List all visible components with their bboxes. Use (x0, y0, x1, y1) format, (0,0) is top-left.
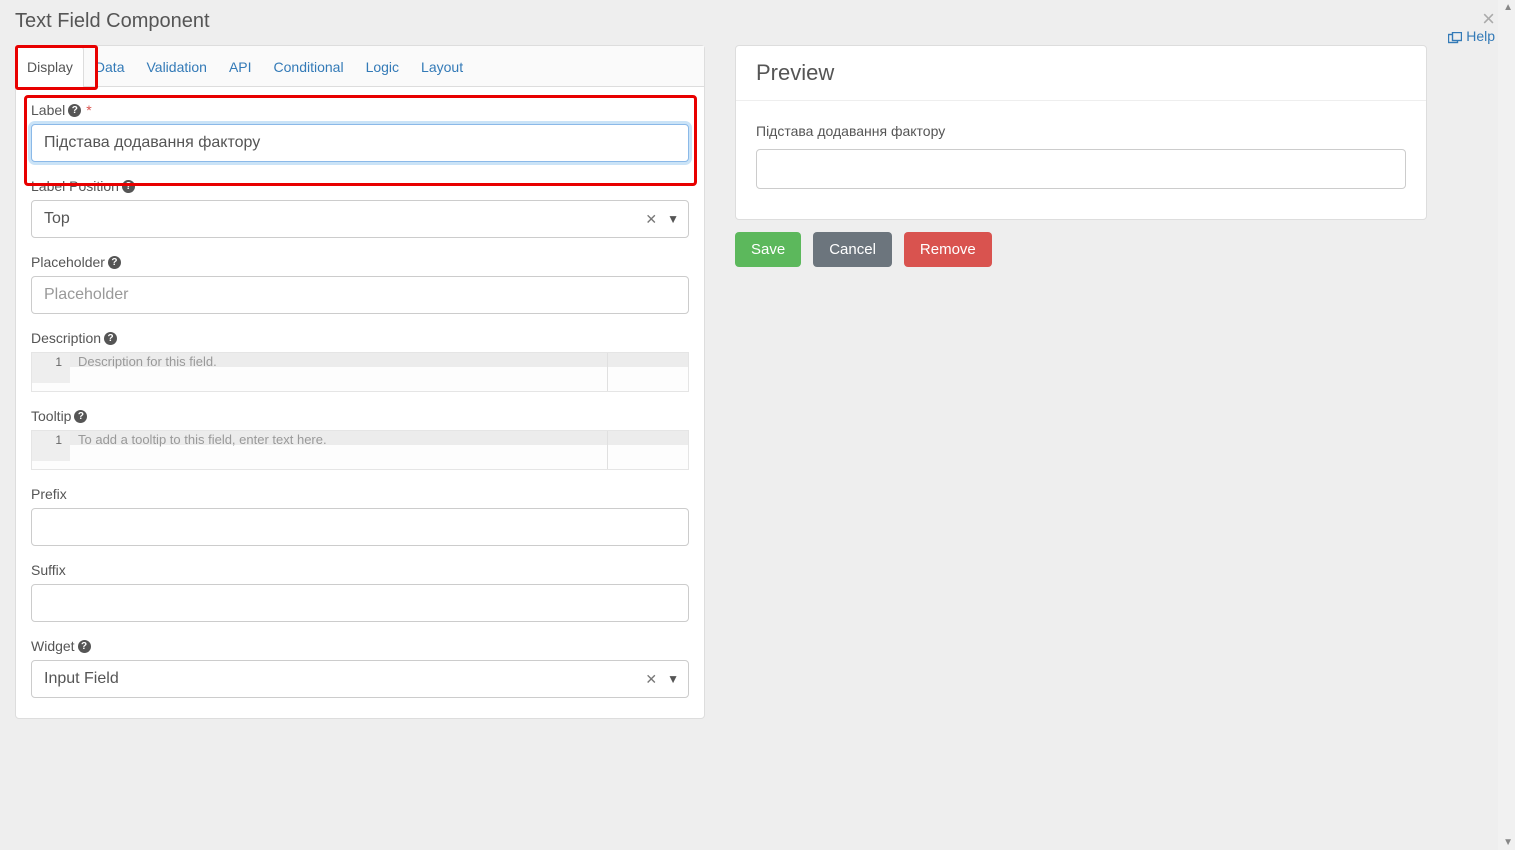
tooltip-editor[interactable]: 1 To add a tooltip to this field, enter … (31, 430, 689, 470)
new-window-icon (1448, 29, 1462, 45)
help-icon[interactable]: ? (104, 332, 117, 345)
placeholder-input[interactable] (31, 276, 689, 314)
chevron-down-icon[interactable]: ▼ (667, 672, 679, 686)
prefix-input[interactable] (31, 508, 689, 546)
label-position-label: Label Position ? (31, 178, 689, 194)
suffix-input[interactable] (31, 584, 689, 622)
help-link[interactable]: Help (1448, 28, 1495, 44)
tab-layout[interactable]: Layout (410, 46, 474, 87)
scrollbar[interactable]: ▲ ▼ (1498, 0, 1515, 850)
tab-api[interactable]: API (218, 46, 263, 87)
help-icon[interactable]: ? (78, 640, 91, 653)
cancel-button[interactable]: Cancel (813, 232, 892, 267)
code-placeholder: To add a tooltip to this field, enter te… (70, 431, 688, 445)
description-label: Description ? (31, 330, 689, 346)
modal-title: Text Field Component (15, 10, 1500, 33)
help-label: Help (1466, 28, 1495, 44)
preview-title: Preview (756, 60, 1406, 86)
placeholder-label: Placeholder ? (31, 254, 689, 270)
description-editor[interactable]: 1 Description for this field. (31, 352, 689, 392)
tab-conditional[interactable]: Conditional (263, 46, 355, 87)
remove-button[interactable]: Remove (904, 232, 992, 267)
tabs: Display Data Validation API Conditional … (16, 46, 704, 87)
tooltip-label: Tooltip ? (31, 408, 689, 424)
margin-line (607, 431, 608, 469)
widget-select[interactable]: Input Field ✕ ▼ (31, 660, 689, 698)
save-button[interactable]: Save (735, 232, 801, 267)
tab-data[interactable]: Data (84, 46, 136, 87)
label-input[interactable] (31, 124, 689, 162)
required-asterisk: * (86, 102, 91, 118)
label-position-select[interactable]: Top ✕ ▼ (31, 200, 689, 238)
help-icon[interactable]: ? (68, 104, 81, 117)
chevron-down-icon[interactable]: ▼ (667, 212, 679, 226)
tab-display[interactable]: Display (16, 46, 84, 87)
help-icon[interactable]: ? (74, 410, 87, 423)
label-label: Label ? * (31, 102, 689, 118)
preview-panel: Preview Підстава додавання фактору (735, 45, 1427, 220)
margin-line (607, 353, 608, 391)
help-icon[interactable]: ? (122, 180, 135, 193)
preview-field-input[interactable] (756, 149, 1406, 189)
gutter: 1 (32, 353, 70, 383)
clear-icon[interactable]: ✕ (645, 211, 657, 228)
help-icon[interactable]: ? (108, 256, 121, 269)
code-placeholder: Description for this field. (70, 353, 688, 367)
tab-logic[interactable]: Logic (355, 46, 410, 87)
settings-panel: Display Data Validation API Conditional … (15, 45, 705, 719)
tab-validation[interactable]: Validation (135, 46, 217, 87)
clear-icon[interactable]: ✕ (645, 671, 657, 688)
prefix-label: Prefix (31, 486, 689, 502)
suffix-label: Suffix (31, 562, 689, 578)
widget-label: Widget ? (31, 638, 689, 654)
gutter: 1 (32, 431, 70, 461)
scroll-down-icon[interactable]: ▼ (1503, 837, 1513, 848)
modal-header: Text Field Component × Help (0, 0, 1515, 45)
preview-field-label: Підстава додавання фактору (756, 123, 1406, 139)
